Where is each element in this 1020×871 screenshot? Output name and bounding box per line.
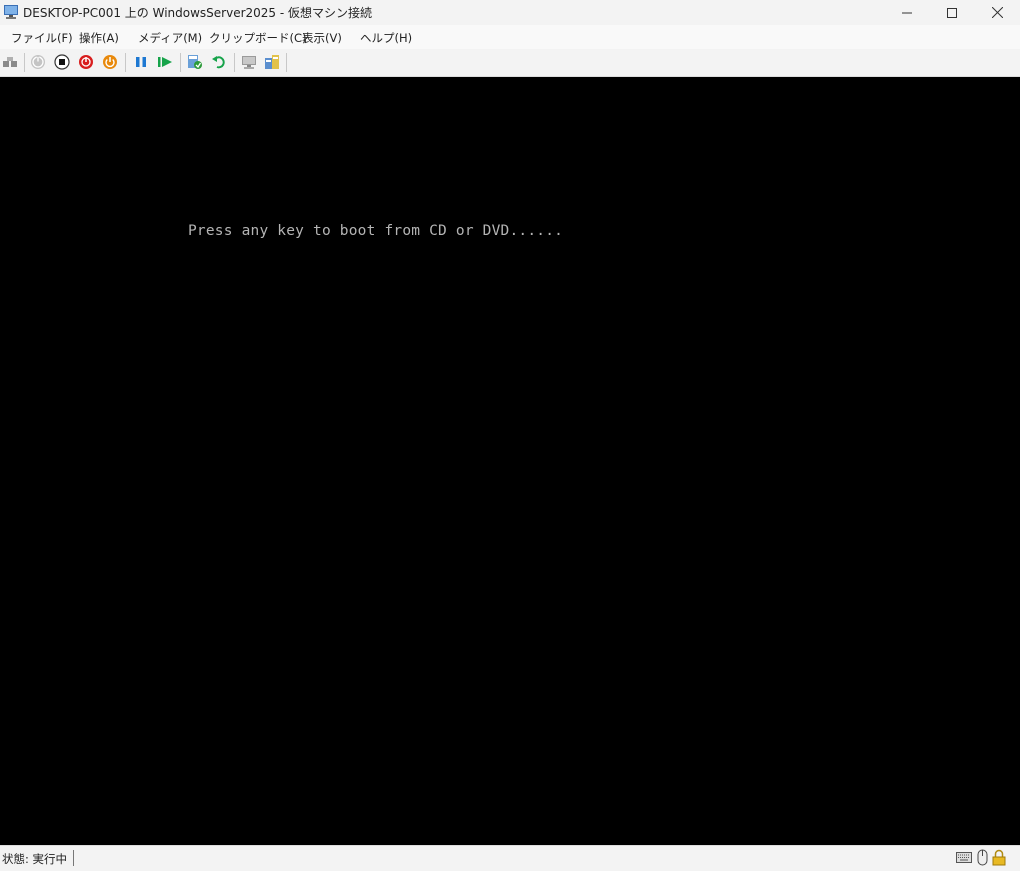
menu-view[interactable]: 表示(V) xyxy=(302,30,342,46)
resume-icon[interactable] xyxy=(157,54,173,70)
checkpoint-icon[interactable] xyxy=(187,54,203,70)
lock-icon xyxy=(992,849,1006,866)
menu-media[interactable]: メディア(M) xyxy=(138,30,202,46)
keyboard-icon xyxy=(956,852,972,863)
window-title: DESKTOP-PC001 上の WindowsServer2025 - 仮想マ… xyxy=(23,6,373,20)
maximize-button[interactable] xyxy=(929,0,975,25)
status-bar: 状態: 実行中 xyxy=(0,845,1020,871)
toolbar xyxy=(0,49,1020,77)
status-separator xyxy=(73,850,74,866)
toolbar-separator xyxy=(24,53,25,72)
close-icon xyxy=(991,7,1003,18)
ctrl-alt-del-icon[interactable] xyxy=(2,54,18,70)
menu-help[interactable]: ヘルプ(H) xyxy=(360,30,412,46)
close-button[interactable] xyxy=(974,0,1020,25)
pause-icon[interactable] xyxy=(133,54,149,70)
menu-clipboard[interactable]: クリップボード(C) xyxy=(209,30,307,46)
enhanced-session-icon[interactable] xyxy=(241,54,257,70)
vm-connection-icon xyxy=(4,5,18,19)
status-label: 状態: 実行中 xyxy=(2,852,68,866)
minimize-icon xyxy=(902,12,912,13)
menu-file[interactable]: ファイル(F) xyxy=(11,30,73,46)
toolbar-separator xyxy=(234,53,235,72)
minimize-button[interactable] xyxy=(884,0,930,25)
menu-bar: ファイル(F) 操作(A) メディア(M) クリップボード(C) 表示(V) ヘ… xyxy=(0,25,1020,49)
shut-down-icon[interactable] xyxy=(78,54,94,70)
revert-icon[interactable] xyxy=(211,54,227,70)
power-button-icon[interactable] xyxy=(102,54,118,70)
toolbar-separator xyxy=(180,53,181,72)
toolbar-separator xyxy=(286,53,287,72)
title-bar: DESKTOP-PC001 上の WindowsServer2025 - 仮想マ… xyxy=(0,0,1020,25)
mouse-icon xyxy=(977,849,988,866)
maximize-icon xyxy=(947,7,957,18)
boot-prompt: Press any key to boot from CD or DVD....… xyxy=(188,223,564,239)
vm-screen[interactable]: Press any key to boot from CD or DVD....… xyxy=(0,77,1020,845)
start-icon[interactable] xyxy=(30,54,46,70)
share-icon[interactable] xyxy=(264,54,280,70)
menu-action[interactable]: 操作(A) xyxy=(79,30,119,46)
turn-off-icon[interactable] xyxy=(54,54,70,70)
toolbar-separator xyxy=(125,53,126,72)
